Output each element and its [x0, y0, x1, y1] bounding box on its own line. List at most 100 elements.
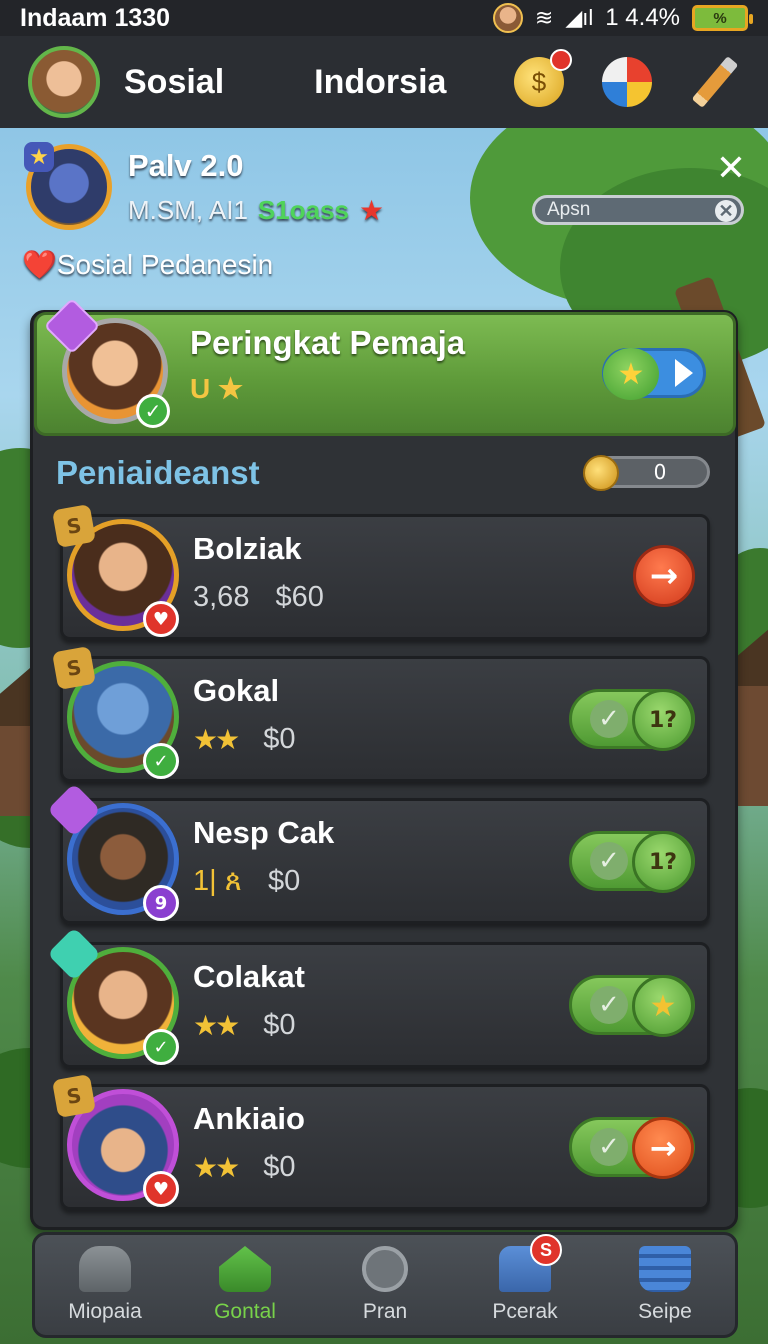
nav-item-pcerak[interactable]: S Pcerak	[460, 1234, 590, 1324]
check-icon: ✓	[590, 1128, 628, 1166]
coin-icon	[583, 455, 619, 491]
rank-badge-icon: S	[51, 645, 97, 691]
nav-item-pran[interactable]: Pran	[320, 1246, 450, 1324]
profile-subtitle: ❤️Sosial Pedanesin	[22, 249, 274, 280]
rank-sub: U ★	[190, 373, 244, 404]
item-meta: ★★ $0	[193, 1009, 295, 1042]
nav-label: Seipe	[638, 1300, 692, 1323]
wifi-icon: ≋	[534, 5, 554, 30]
player-avatar[interactable]	[28, 46, 100, 118]
star-icon: ★	[632, 975, 694, 1037]
status-right-group: ≋ ◢ıl 1 4.4% %	[492, 3, 753, 33]
rating-stars: ★★	[193, 1152, 240, 1183]
red-star-icon: ★	[359, 195, 385, 226]
item-cost: $0	[263, 723, 296, 755]
profile-class: S1oass	[257, 195, 349, 225]
notification-badge: S	[530, 1234, 562, 1266]
bucket-icon	[639, 1246, 691, 1292]
heart-badge-icon: ♥	[143, 1171, 179, 1207]
rank-badge-icon: S	[51, 503, 97, 549]
coin-icon[interactable]: $	[514, 49, 572, 107]
item-cost: $60	[275, 581, 324, 613]
item-name: Ankiaio	[193, 1101, 305, 1136]
nav-label: Miopaia	[68, 1300, 142, 1323]
counter-value: 0	[653, 460, 667, 484]
nav-label: Gontal	[214, 1300, 276, 1323]
check-badge-icon: ✓	[143, 1029, 179, 1065]
check-icon: ✓	[590, 986, 628, 1024]
search-input[interactable]: Apsn ✕	[532, 195, 744, 225]
home-icon	[219, 1246, 271, 1292]
claim-toggle[interactable]: ✓ 1?	[569, 689, 695, 751]
rank-badge-icon: S	[51, 1073, 97, 1119]
claim-toggle[interactable]: ✓ 1?	[569, 831, 695, 893]
item-name: Bolziak	[193, 531, 302, 566]
rating-stars: ★★	[193, 1010, 240, 1041]
timer-icon	[362, 1246, 408, 1292]
nav-item-miopaia[interactable]: Miopaia	[40, 1246, 170, 1324]
claim-toggle[interactable]: ✓ ★	[569, 975, 695, 1037]
item-meta: ★★ $0	[193, 1151, 295, 1184]
check-icon: ✓	[590, 700, 628, 738]
list-item: ✓ Colakat ★★ $0 ✓ ★	[47, 927, 710, 1068]
search-placeholder: Apsn	[547, 199, 591, 220]
battery-icon: %	[692, 5, 753, 31]
item-cost: $0	[268, 865, 301, 897]
close-icon[interactable]: ✕	[716, 148, 746, 189]
bottom-nav: Miopaia Gontal Pran S Pcerak Seipe	[32, 1232, 738, 1338]
status-bar: Indaam 1330 ≋ ◢ıl 1 4.4% %	[0, 0, 768, 36]
check-icon: ✓	[590, 842, 628, 880]
battery-text: %	[713, 9, 727, 27]
clear-search-icon[interactable]: ✕	[715, 200, 737, 222]
list-item: S ✓ Gokal ★★ $0 ✓ 1?	[51, 645, 710, 782]
signal-icon: ◢ıl	[565, 5, 594, 30]
coin-counter: 0	[583, 455, 710, 491]
star-icon: ★	[603, 348, 659, 400]
nav-label: Pcerak	[492, 1300, 558, 1323]
arrow-right-icon: →	[649, 556, 679, 596]
claim-toggle[interactable]: ✓ →	[569, 1117, 695, 1179]
rank-title: Peringkat Pemaja	[190, 324, 466, 361]
heart-badge-icon: ♥	[143, 601, 179, 637]
status-avatar-icon	[492, 3, 523, 33]
header-title: Sosial	[124, 62, 225, 101]
top-header: Sosial Indorsia $	[0, 36, 768, 128]
rating-stars: ★★	[193, 724, 240, 755]
header-region[interactable]: Indorsia	[314, 63, 446, 102]
item-meta: ★★ $0	[193, 723, 295, 756]
rank-sub-prefix: U	[190, 373, 211, 404]
item-name: Gokal	[193, 673, 280, 708]
item-cost: $0	[263, 1009, 296, 1041]
notification-badge	[550, 49, 572, 71]
play-icon	[675, 359, 693, 387]
item-stat: 1| ጰ	[193, 865, 243, 897]
dinosaur-icon	[79, 1246, 131, 1292]
status-percent: 1 4.4%	[605, 4, 680, 31]
star-badge-icon: ★	[24, 142, 54, 172]
item-meta: 1| ጰ $0	[193, 865, 300, 898]
section-title: Peniaideanst	[56, 454, 260, 491]
list-item: 9 Nesp Cak 1| ጰ $0 ✓ 1?	[47, 783, 710, 924]
item-stat: 3,68	[193, 581, 250, 613]
list-item: S ♥ Ankiaio ★★ $0 ✓ →	[51, 1073, 710, 1210]
toggle-knob: 1?	[632, 831, 694, 893]
check-badge-icon: ✓	[136, 394, 170, 428]
level-badge-icon: 9	[143, 885, 179, 921]
ball-icon[interactable]	[602, 57, 652, 107]
nav-item-gontal[interactable]: Gontal	[180, 1246, 310, 1324]
profile-name: Palv 2.0	[128, 148, 244, 183]
nav-label: Pran	[362, 1300, 408, 1323]
pencil-icon[interactable]	[690, 56, 740, 108]
check-badge-icon: ✓	[143, 743, 179, 779]
item-cost: $0	[263, 1151, 296, 1183]
item-name: Nesp Cak	[193, 815, 335, 850]
header-icons: $	[514, 49, 740, 108]
profile-meta-text: M.SM, AI1	[128, 195, 248, 225]
arrow-right-icon: →	[632, 1117, 694, 1179]
item-meta: 3,68 $60	[193, 581, 324, 614]
nav-item-seipe[interactable]: Seipe	[600, 1246, 730, 1324]
rank-toggle[interactable]: ★	[602, 348, 706, 400]
go-button[interactable]: →	[633, 545, 695, 607]
item-name: Colakat	[193, 959, 305, 994]
status-left-text: Indaam 1330	[20, 3, 171, 32]
